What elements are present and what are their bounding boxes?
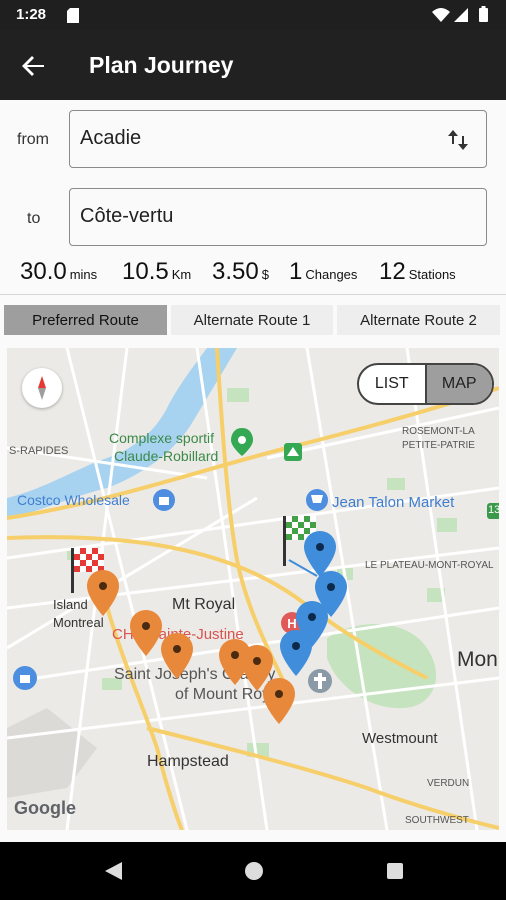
sd-card-icon [67, 8, 79, 28]
map-label-jean-talon: Jean Talon Market [332, 494, 455, 511]
cart-icon [306, 489, 328, 511]
signal-icon [454, 8, 468, 22]
view-toggle[interactable]: LIST MAP [357, 363, 494, 405]
nature-marker-icon [284, 443, 302, 461]
to-label: to [27, 210, 41, 227]
shopping-icon [153, 489, 175, 511]
route-map[interactable]: H S-RAPIDES Complexe sportif Claude-Robi… [7, 348, 499, 830]
stations-value: 12 [379, 258, 406, 285]
map-label-southwest: SOUTHWEST [405, 815, 469, 826]
to-input[interactable] [80, 205, 420, 228]
map-label-plateau: LE PLATEAU-MONT-ROYAL [365, 560, 494, 571]
changes-stat: 1 Changes [289, 258, 357, 286]
orange-station-pin-icon[interactable] [161, 633, 193, 679]
map-label-verdun: VERDUN [427, 778, 470, 789]
status-bar: 1:28 [0, 0, 506, 30]
status-icons [432, 6, 494, 29]
map-label-complexe: Complexe sportif [109, 430, 215, 446]
stations-stat: 12 Stations [379, 258, 456, 286]
compass-icon[interactable] [22, 368, 62, 408]
duration-value: 30.0 [20, 258, 67, 285]
blue-station-pin-icon[interactable] [280, 630, 312, 676]
tab-preferred-route[interactable]: Preferred Route [4, 305, 167, 335]
from-field[interactable] [69, 110, 487, 168]
map-label-hampstead: Hampstead [147, 753, 229, 770]
swap-vert-icon[interactable] [446, 127, 470, 153]
map-base: H [7, 348, 499, 830]
list-view-button[interactable]: LIST [359, 365, 427, 403]
map-label-mt-royal: Mt Royal [172, 596, 236, 613]
changes-unit: Changes [305, 267, 358, 282]
google-logo: Google [14, 798, 76, 818]
back-triangle-icon[interactable] [102, 860, 124, 887]
distance-value: 10.5 [122, 258, 169, 285]
orange-station-pin-icon[interactable] [263, 678, 295, 724]
park [437, 518, 457, 532]
duration-unit: mins [69, 267, 98, 282]
status-time: 1:28 [16, 6, 47, 23]
recents-square-icon[interactable] [384, 860, 406, 887]
stations-unit: Stations [408, 267, 456, 282]
map-label-rapides: S-RAPIDES [9, 445, 69, 457]
duration-stat: 30.0 mins [20, 258, 97, 286]
distance-unit: Km [171, 267, 192, 282]
map-label-costco: Costco Wholesale [17, 492, 130, 508]
fare-value: 3.50 [212, 258, 259, 285]
system-nav-bar [0, 842, 506, 900]
arrow-back-icon[interactable] [18, 50, 50, 82]
from-label: from [17, 131, 49, 148]
tab-alternate-route-2[interactable]: Alternate Route 2 [337, 305, 500, 335]
map-label-rosemont: ROSEMONT-LA [402, 426, 475, 437]
divider [0, 294, 506, 295]
home-circle-icon[interactable] [243, 860, 265, 887]
fare-unit: $ [261, 267, 269, 282]
sports-complex-pin-icon [231, 428, 253, 456]
orange-station-pin-icon[interactable] [130, 610, 162, 656]
app-bar: Plan Journey [0, 30, 506, 100]
to-field[interactable] [69, 188, 487, 246]
map-view-button[interactable]: MAP [426, 365, 492, 403]
orange-station-pin-icon[interactable] [87, 570, 119, 616]
park [227, 388, 249, 402]
map-label-mon: Mon [457, 648, 498, 671]
wifi-icon [432, 8, 450, 22]
from-input[interactable] [80, 127, 420, 150]
shopping-icon [13, 666, 37, 690]
park [387, 478, 405, 490]
tab-alternate-route-1[interactable]: Alternate Route 1 [171, 305, 333, 335]
map-label-petite-patrie: PETITE-PATRIE [402, 440, 475, 451]
map-label-claude-robillard: Claude-Robillard [114, 448, 219, 464]
highway-shield-number: 13 [488, 504, 499, 516]
map-label-westmount: Westmount [362, 730, 438, 747]
rail-yard [7, 708, 97, 798]
battery-icon [479, 6, 488, 22]
map-label-montreal: Montreal [53, 615, 104, 630]
page-title: Plan Journey [89, 52, 234, 78]
journey-stats: 30.0 mins 10.5 Km 3.50 $ 1 Changes 12 Station… [0, 258, 506, 290]
changes-value: 1 [289, 258, 303, 285]
distance-stat: 10.5 Km [122, 258, 191, 286]
fare-stat: 3.50 $ [212, 258, 269, 286]
map-label-island: Island [53, 597, 88, 612]
